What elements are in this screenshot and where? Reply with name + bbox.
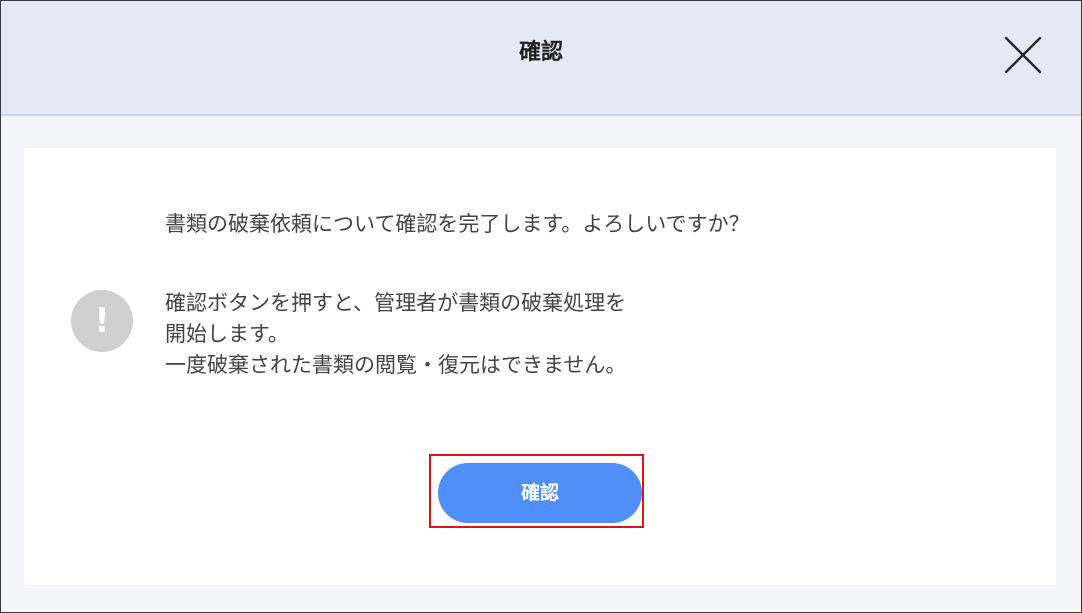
close-button[interactable] — [1001, 33, 1045, 77]
confirm-button[interactable]: 確認 — [438, 463, 642, 523]
close-icon — [1004, 36, 1042, 74]
exclamation-icon: ! — [71, 290, 133, 352]
confirm-question: 書類の破棄依頼について確認を完了します。よろしいですか？ — [165, 212, 750, 236]
dialog-content: 書類の破棄依頼について確認を完了します。よろしいですか？ ! 確認ボタンを押すと… — [24, 148, 1056, 585]
dialog-header: 確認 — [1, 1, 1081, 116]
notice-line: 確認ボタンを押すと、管理者が書類の破棄処理を — [165, 291, 627, 315]
notice-line: 一度破棄された書類の閲覧・復元はできません。 — [165, 353, 627, 377]
dialog-title: 確認 — [518, 40, 563, 65]
notice-line: 開始します。 — [165, 322, 289, 346]
confirm-dialog: 確認 書類の破棄依頼について確認を完了します。よろしいですか？ ! 確認ボタンを… — [0, 0, 1082, 613]
notice-text: 確認ボタンを押すと、管理者が書類の破棄処理を 開始します。 一度破棄された書類の… — [165, 288, 626, 381]
